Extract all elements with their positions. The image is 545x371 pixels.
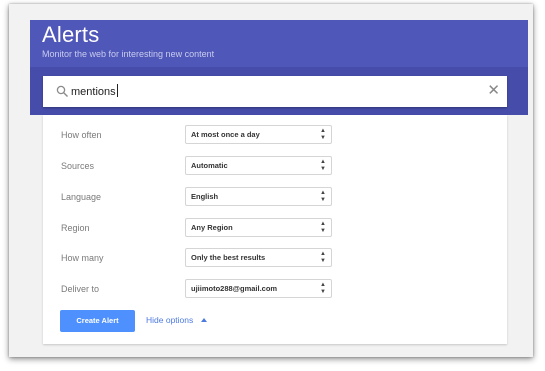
- select-how-often[interactable]: At most once a day ▲ ▼: [185, 125, 332, 144]
- create-alert-button[interactable]: Create Alert: [60, 310, 135, 332]
- search-input-value: mentions: [71, 86, 116, 98]
- label-sources: Sources: [61, 161, 95, 171]
- select-region[interactable]: Any Region ▲ ▼: [185, 218, 332, 237]
- label-language: Language: [61, 192, 102, 202]
- updown-arrows-icon: ▲ ▼: [320, 282, 326, 295]
- select-value: ujiimoto288@gmail.com: [191, 284, 278, 293]
- updown-arrows-icon: ▲ ▼: [320, 128, 326, 141]
- search-input[interactable]: mentions: [71, 84, 118, 98]
- updown-arrows-icon: ▲ ▼: [320, 251, 326, 264]
- page-title: Alerts: [42, 22, 100, 47]
- label-deliver-to: Deliver to: [61, 284, 100, 294]
- select-how-many[interactable]: Only the best results ▲ ▼: [185, 248, 332, 267]
- select-deliver-to[interactable]: ujiimoto288@gmail.com ▲ ▼: [185, 279, 332, 298]
- clear-icon[interactable]: ✕: [487, 82, 500, 100]
- select-value: Automatic: [191, 161, 228, 170]
- label-region: Region: [61, 223, 90, 233]
- caret-up-icon[interactable]: [201, 318, 207, 322]
- search-icon: [56, 85, 68, 97]
- select-value: Only the best results: [191, 253, 266, 262]
- select-value: Any Region: [191, 223, 233, 232]
- search-bar[interactable]: mentions ✕: [43, 76, 507, 107]
- updown-arrows-icon: ▲ ▼: [320, 221, 326, 234]
- text-caret: [116, 84, 118, 97]
- label-how-often: How often: [61, 130, 102, 140]
- select-language[interactable]: English ▲ ▼: [185, 187, 332, 206]
- updown-arrows-icon: ▲ ▼: [320, 159, 326, 172]
- select-value: At most once a day: [191, 130, 260, 139]
- alert-options-panel: How often At most once a day ▲ ▼ Sources …: [43, 115, 507, 344]
- page-subtitle: Monitor the web for interesting new cont…: [42, 49, 215, 59]
- hide-options-link[interactable]: Hide options: [146, 315, 193, 325]
- label-how-many: How many: [61, 253, 104, 263]
- updown-arrows-icon: ▲ ▼: [320, 190, 326, 203]
- select-sources[interactable]: Automatic ▲ ▼: [185, 156, 332, 175]
- select-value: English: [191, 192, 219, 201]
